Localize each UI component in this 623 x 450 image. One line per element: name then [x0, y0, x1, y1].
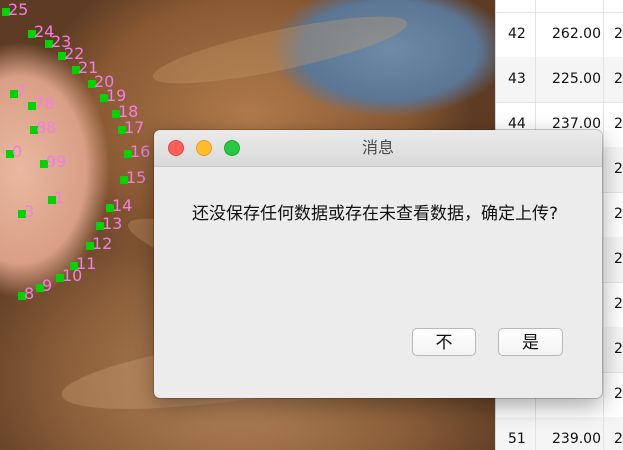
no-button[interactable]: 不 — [412, 328, 476, 356]
message-dialog: 消息 还没保存任何数据或存在未查看数据，确定上传? 不 是 — [154, 130, 602, 398]
row-extra-cell: 2 — [614, 386, 623, 402]
landmark-label: 10 — [62, 266, 83, 285]
row-value-cell: 262.00 — [536, 12, 604, 57]
landmark-label: 17 — [124, 118, 145, 137]
row-id-cell: 43 — [496, 57, 536, 102]
row-value-cell: 225.00 — [536, 57, 604, 102]
row-extra-cell: 2 — [614, 26, 623, 42]
table-row[interactable]: 43 225.00 2 — [496, 57, 623, 103]
landmark-label: 0 — [12, 142, 23, 161]
landmark-label: 99 — [46, 152, 67, 171]
dialog-titlebar[interactable]: 消息 — [154, 130, 602, 167]
yes-button[interactable]: 是 — [498, 328, 563, 356]
row-id-cell: 51 — [496, 417, 536, 450]
landmark-label: 15 — [126, 168, 147, 187]
row-value-cell: 239.00 — [536, 417, 604, 450]
dialog-title: 消息 — [361, 138, 394, 157]
row-extra-cell: 2 — [614, 251, 623, 267]
row-extra-cell: 2 — [614, 206, 623, 222]
dialog-message: 还没保存任何数据或存在未查看数据，确定上传? — [192, 204, 559, 224]
landmark-label: 3 — [24, 202, 35, 221]
row-extra-cell: 2 — [614, 116, 623, 132]
row-id-cell: 42 — [496, 12, 536, 57]
row-extra-cell: 2 — [614, 341, 623, 357]
table-row[interactable]: 42 262.00 2 — [496, 12, 623, 58]
row-extra-cell: 2 — [614, 296, 623, 312]
landmark-label: 25 — [8, 0, 29, 19]
landmark-label: 78 — [34, 94, 55, 113]
landmark-label: 88 — [36, 118, 57, 137]
landmark-label: 12 — [92, 234, 113, 253]
landmark-label: 7 — [16, 82, 27, 101]
landmark-label: 1 — [54, 188, 65, 207]
landmark-label: 14 — [112, 196, 133, 215]
landmark-label: 13 — [102, 214, 123, 233]
row-extra-cell: 2 — [614, 431, 623, 447]
row-extra-cell: 2 — [614, 161, 623, 177]
row-extra-cell: 2 — [614, 71, 623, 87]
landmark-label: 16 — [130, 142, 151, 161]
landmark-label: 9 — [42, 276, 53, 295]
table-row[interactable]: 51 239.00 2 — [496, 417, 623, 450]
landmark-label: 8 — [24, 284, 35, 303]
